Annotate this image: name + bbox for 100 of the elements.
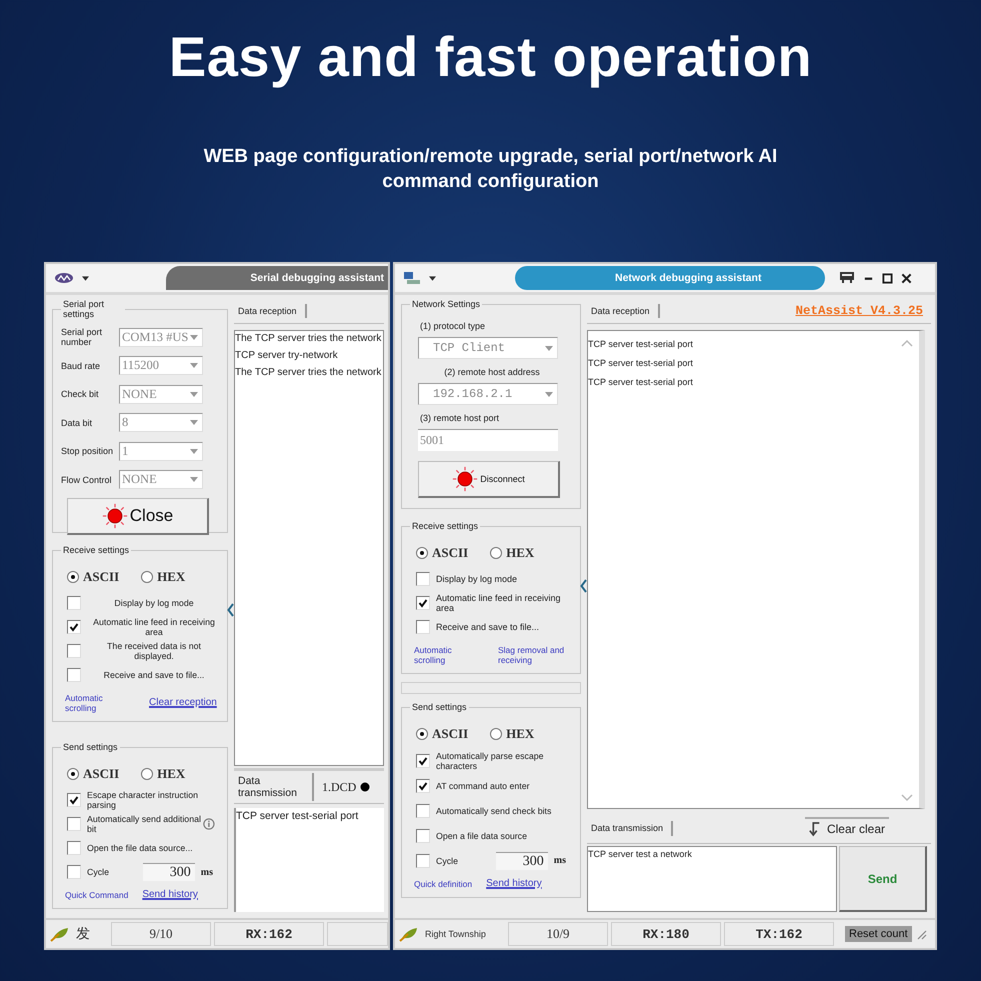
interval-field[interactable]: 300: [496, 852, 548, 870]
tab[interactable]: Data reception: [587, 304, 660, 318]
dropdown-caret-icon[interactable]: [82, 276, 89, 280]
input-field[interactable]: 5001: [418, 429, 558, 451]
window-title: Serial debugging assistant: [166, 266, 388, 290]
link[interactable]: Quick definition: [414, 879, 472, 889]
caret-icon: [190, 477, 198, 482]
arrow-down-icon: [808, 821, 821, 837]
field-label: Stop position: [61, 446, 114, 456]
collapse-icon[interactable]: [580, 579, 588, 593]
radio-button[interactable]: [141, 571, 154, 583]
field-label: Flow Control: [61, 474, 113, 485]
radio-button[interactable]: [416, 547, 428, 559]
close-icon[interactable]: [901, 272, 912, 284]
link[interactable]: Automatic scrolling: [65, 693, 135, 713]
reset-count-button[interactable]: Reset count: [845, 926, 912, 942]
field-label: Check bit: [61, 389, 100, 400]
tab[interactable]: Data transmission: [234, 773, 314, 801]
interval-field[interactable]: 300: [142, 863, 195, 881]
checkbox[interactable]: [67, 668, 81, 682]
link[interactable]: Send history: [486, 879, 542, 889]
tab[interactable]: Data reception: [234, 304, 307, 318]
link[interactable]: Slag removal and receiving: [498, 645, 568, 665]
checkbox[interactable]: [416, 754, 430, 768]
option-label: Receive and save to file...: [102, 670, 206, 680]
dropdown-caret-icon[interactable]: [429, 276, 436, 280]
received-line: TCP server try-network: [235, 350, 338, 361]
checkbox[interactable]: [67, 841, 81, 855]
checkbox[interactable]: [67, 620, 81, 634]
link[interactable]: Automatic scrolling: [414, 645, 484, 665]
caret-icon: [545, 392, 553, 396]
checkbox[interactable]: [67, 596, 81, 610]
option-label: Automatically send additional bit: [87, 814, 202, 834]
info-icon[interactable]: [203, 817, 215, 831]
maximize-icon[interactable]: [882, 272, 893, 284]
status-text: 发: [76, 925, 90, 943]
checkbox[interactable]: [416, 828, 430, 842]
port-status: 1.DCD: [322, 780, 356, 794]
field-label: Serial port number: [61, 327, 104, 348]
received-line: TCP server test-serial port: [588, 377, 693, 388]
radio-button[interactable]: [67, 571, 79, 583]
checkbox[interactable]: [67, 865, 81, 879]
link[interactable]: Quick Command: [65, 890, 128, 900]
link[interactable]: Send history: [142, 890, 198, 900]
headline: Easy and fast operation: [168, 24, 812, 90]
pin-icon[interactable]: [839, 271, 855, 285]
status-dot-icon: [360, 782, 370, 792]
link[interactable]: Clear reception: [149, 698, 217, 708]
field-label: (3) remote host port: [420, 413, 500, 423]
status-text: 10/9: [546, 926, 570, 942]
option-label: The received data is not displayed.: [106, 641, 202, 661]
close-port-button[interactable]: Close: [67, 498, 209, 535]
field-label: Data bit: [61, 418, 94, 428]
status-text: RX:180: [642, 926, 690, 942]
checkbox[interactable]: [67, 817, 81, 831]
checkbox[interactable]: [67, 644, 81, 658]
send-button[interactable]: Send: [839, 846, 927, 912]
caret-icon: [190, 334, 198, 340]
checkbox[interactable]: [416, 596, 430, 610]
indicator-light-icon: [102, 503, 128, 529]
tab[interactable]: Data transmission: [587, 820, 674, 836]
radio-button[interactable]: [490, 547, 502, 559]
radio-label: HEX: [157, 569, 186, 585]
status-text: 9/10: [149, 926, 173, 942]
radio-button[interactable]: [67, 768, 79, 780]
send-text-area[interactable]: TCP server test a network: [587, 846, 837, 912]
checkbox[interactable]: [416, 854, 430, 868]
leaf-icon: [399, 926, 419, 942]
version-label: NetAssist V4.3.25: [795, 304, 923, 318]
radio-button[interactable]: [490, 728, 502, 740]
received-line: TCP server test-serial port: [588, 358, 693, 369]
window-title: Network debugging assistant: [515, 266, 825, 290]
received-line: TCP server test-serial port: [588, 339, 693, 350]
radio-button[interactable]: [416, 728, 428, 740]
group-title: Serial port settings: [62, 299, 106, 319]
group-title: Receive settings: [411, 521, 480, 531]
collapse-icon[interactable]: [227, 603, 235, 617]
received-line: The TCP server tries the network: [235, 367, 382, 378]
option-label: Display by log mode: [113, 598, 195, 608]
option-label: Cycle: [436, 856, 458, 866]
unit-label: ms: [554, 855, 566, 866]
status-text: RX:162: [246, 926, 292, 942]
clear-button[interactable]: Clear clear: [804, 817, 889, 839]
option-label: Escape character instruction parsing: [87, 790, 199, 810]
checkbox[interactable]: [416, 620, 430, 634]
group-title: Send settings: [411, 702, 468, 712]
checkbox[interactable]: [67, 793, 81, 807]
radio-label: ASCII: [432, 545, 468, 561]
checkbox[interactable]: [416, 804, 430, 818]
computer-icon: [403, 271, 421, 285]
option-label: AT command auto enter: [436, 780, 530, 790]
checkbox[interactable]: [416, 778, 430, 792]
option-label: Receive and save to file...: [436, 622, 540, 632]
radio-label: HEX: [506, 726, 534, 742]
app-logo-icon: [54, 272, 74, 284]
send-text-area[interactable]: TCP server test-serial port: [234, 808, 384, 912]
checkbox[interactable]: [416, 572, 430, 586]
disconnect-button[interactable]: Disconnect: [418, 461, 560, 498]
field-label: Baud rate: [61, 360, 102, 371]
radio-button[interactable]: [141, 768, 154, 780]
